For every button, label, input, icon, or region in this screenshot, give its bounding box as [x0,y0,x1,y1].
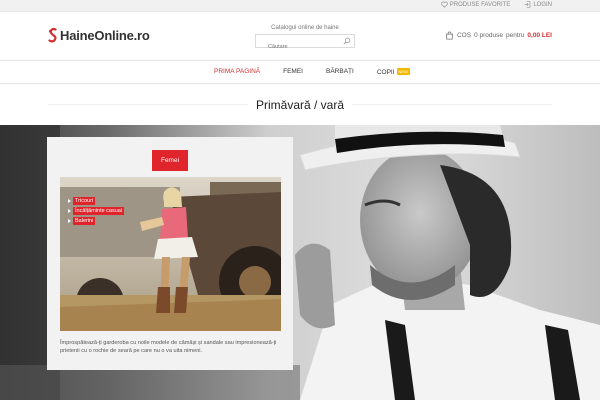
main-nav: PRIMA PAGINĂ FEMEI BĂRBAȚI COPII NEW [0,60,600,84]
menu-item-label: Balerini [73,217,96,225]
search-icon[interactable] [343,37,351,45]
cart-for: pentru [505,32,525,39]
menu-item-casual-shoes[interactable]: Încălțăminte casual [68,207,125,215]
nav-item-kids[interactable]: COPII NEW [377,68,410,76]
search-caption: Catalogul online de haine [271,25,339,31]
category-tag-button[interactable]: Femei [152,150,188,171]
nav-item-women[interactable]: FEMEI [283,68,303,76]
promo-description: Împrospătează-ți garderoba cu noile mode… [60,340,277,354]
new-badge: NEW [396,68,410,75]
search-box [255,34,355,53]
top-bar: PRODUSE FAVORITE LOGIN [0,0,600,12]
logo-mark-icon [48,28,57,43]
heart-icon [440,1,448,8]
section-title-band: Primăvară / vară [0,84,600,125]
arrow-right-icon [68,219,71,223]
nav-item-kids-label: COPII [376,69,395,76]
menu-item-ballerinas[interactable]: Balerini [68,217,124,225]
favorites-label: PRODUSE FAVORITE [449,1,511,8]
cart-count: 0 produse [474,32,503,39]
login-label: LOGIN [533,1,552,8]
arrow-right-icon [68,209,71,213]
cart-total: 0,00 LEI [527,32,552,39]
menu-item-tshirts[interactable]: Tricouri [68,197,124,205]
search-area: Catalogul online de haine [255,25,355,53]
page-title: Primăvară / vară [0,98,600,112]
login-icon [525,1,531,8]
top-links: PRODUSE FAVORITE LOGIN [440,1,552,8]
menu-item-label: Încălțăminte casual [73,207,125,215]
promo-card: Femei Tricouri Încălțăminte casual Baler… [47,137,293,370]
favorites-link[interactable]: PRODUSE FAVORITE [440,1,511,8]
site-header: HaineOnline.ro Catalogul online de haine… [0,12,600,60]
site-logo[interactable]: HaineOnline.ro [48,27,150,43]
cart-label: COȘ [456,32,472,39]
menu-item-label: Tricouri [73,197,96,205]
category-menu: Tricouri Încălțăminte casual Balerini [68,197,125,225]
logo-text: HaineOnline.ro [60,27,150,43]
nav-item-home[interactable]: PRIMA PAGINĂ [214,68,260,76]
search-input[interactable] [263,41,347,53]
arrow-right-icon [68,199,71,203]
cart-summary[interactable]: COȘ 0 produse pentru 0,00 LEI [445,31,552,40]
page-title-text: Primăvară / vară [247,98,353,112]
login-link[interactable]: LOGIN [524,1,552,8]
nav-item-men[interactable]: BĂRBAȚI [326,68,354,76]
cart-icon [445,31,454,40]
